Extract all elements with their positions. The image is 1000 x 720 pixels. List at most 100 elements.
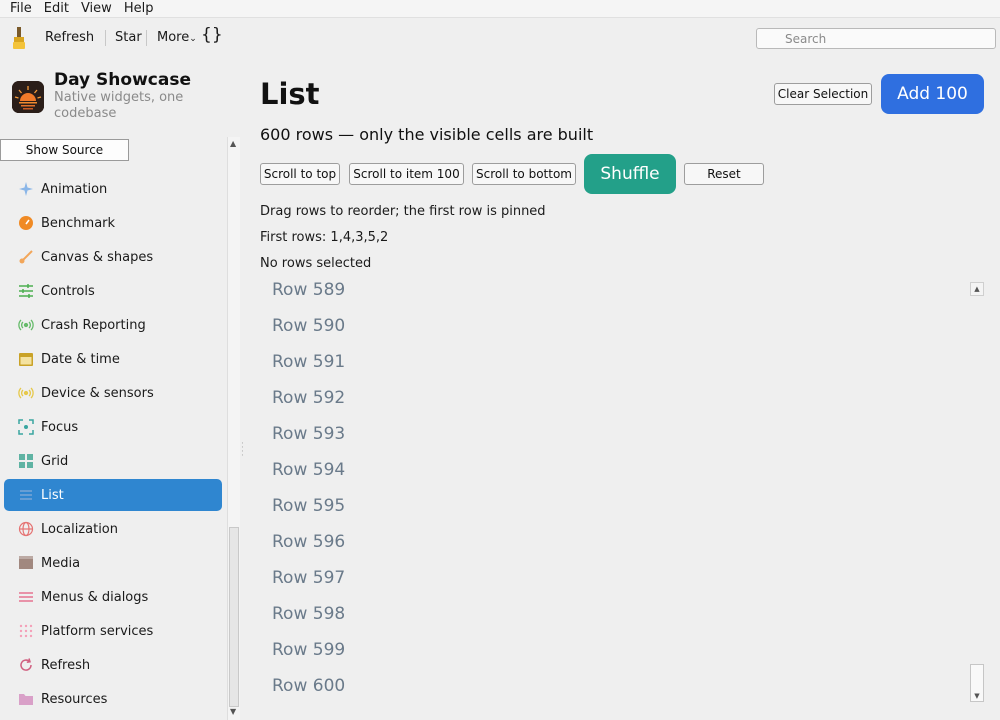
calendar-icon bbox=[18, 351, 34, 367]
toolbar-divider bbox=[105, 30, 106, 46]
list-row[interactable]: Row 594 bbox=[272, 460, 345, 480]
scroll-to-item-100-button[interactable]: Scroll to item 100 bbox=[349, 163, 464, 185]
scroll-to-top-button[interactable]: Scroll to top bbox=[260, 163, 340, 185]
list-scrollbar[interactable]: ▲ ▼ bbox=[970, 282, 984, 707]
sidebar-item-label: Grid bbox=[41, 453, 69, 469]
sidebar-item-grid[interactable]: Grid bbox=[4, 445, 222, 477]
list-subtitle: 600 rows — only the visible cells are bu… bbox=[260, 125, 594, 144]
toolbar: Refresh Star More⌄ {} bbox=[0, 19, 1000, 57]
sidebar-item-label: Device & sensors bbox=[41, 385, 154, 401]
clear-selection-button[interactable]: Clear Selection bbox=[774, 83, 872, 105]
reorder-hint: Drag rows to reorder; the first row is p… bbox=[260, 204, 546, 219]
page-title: List bbox=[260, 77, 320, 111]
refresh-button[interactable]: Refresh bbox=[45, 30, 94, 46]
sidebar-item-label: Focus bbox=[41, 419, 79, 435]
app-logo bbox=[12, 81, 44, 113]
list-row[interactable]: Row 600 bbox=[272, 676, 345, 696]
focus-icon bbox=[18, 419, 34, 435]
sidebar-item-label: Localization bbox=[41, 521, 118, 537]
search-input[interactable] bbox=[756, 28, 996, 49]
sidebar-item-localization[interactable]: Localization bbox=[4, 513, 222, 545]
list-row[interactable]: Row 597 bbox=[272, 568, 345, 588]
main-content: List Clear Selection Add 100 600 rows — … bbox=[260, 57, 1000, 720]
more-label: More bbox=[157, 30, 190, 45]
sidebar-item-device-sensors[interactable]: Device & sensors bbox=[4, 377, 222, 409]
sidebar-item-media[interactable]: Media bbox=[4, 547, 222, 579]
chevron-down-icon: ⌄ bbox=[189, 34, 197, 44]
sunrise-logo-icon bbox=[12, 81, 44, 113]
list-row[interactable]: Row 589 bbox=[272, 280, 345, 300]
menu-edit[interactable]: Edit bbox=[38, 0, 75, 18]
sidebar-item-label: Platform services bbox=[41, 623, 154, 639]
show-source-button[interactable]: Show Source bbox=[0, 139, 129, 161]
sidebar-item-list[interactable]: List bbox=[4, 479, 222, 511]
list-row[interactable]: Row 593 bbox=[272, 424, 345, 444]
list-row[interactable]: Row 592 bbox=[272, 388, 345, 408]
sensor-icon bbox=[18, 385, 34, 401]
add-100-button[interactable]: Add 100 bbox=[881, 74, 984, 114]
shuffle-button[interactable]: Shuffle bbox=[584, 154, 676, 194]
sparkle-icon bbox=[18, 181, 34, 197]
paintbrush-icon[interactable] bbox=[10, 26, 28, 50]
refresh-icon bbox=[18, 657, 34, 673]
sidebar-scrollbar[interactable]: ▲ ▼ bbox=[227, 137, 240, 720]
menu-file[interactable]: File bbox=[4, 0, 38, 18]
scroll-to-bottom-button[interactable]: Scroll to bottom bbox=[472, 163, 576, 185]
globe-icon bbox=[18, 521, 34, 537]
sidebar-item-resources[interactable]: Resources bbox=[4, 683, 222, 715]
sidebar-item-label: Date & time bbox=[41, 351, 120, 367]
sidebar-item-label: Menus & dialogs bbox=[41, 589, 149, 605]
sidebar-item-label: Resources bbox=[41, 691, 108, 707]
folder-icon bbox=[18, 691, 34, 707]
list-row[interactable]: Row 598 bbox=[272, 604, 345, 624]
sidebar-item-menus-dialogs[interactable]: Menus & dialogs bbox=[4, 581, 222, 613]
menu-help[interactable]: Help bbox=[118, 0, 160, 18]
scroll-up-arrow-icon[interactable]: ▲ bbox=[970, 282, 984, 296]
sidebar-item-label: List bbox=[41, 487, 64, 503]
film-icon bbox=[18, 555, 34, 571]
selection-status: No rows selected bbox=[260, 256, 372, 271]
sidebar-nav: Animation Benchmark Canvas & shapes Cont… bbox=[0, 144, 226, 720]
sidebar-item-animation[interactable]: Animation bbox=[4, 173, 222, 205]
brush-icon bbox=[18, 249, 34, 265]
sidebar-item-benchmark[interactable]: Benchmark bbox=[4, 207, 222, 239]
scroll-down-arrow-icon[interactable]: ▼ bbox=[230, 707, 236, 716]
sidebar-item-crash-reporting[interactable]: Crash Reporting bbox=[4, 309, 222, 341]
sidebar-item-platform-services[interactable]: Platform services bbox=[4, 615, 222, 647]
sidebar-item-focus[interactable]: Focus bbox=[4, 411, 222, 443]
sidebar-item-date-time[interactable]: Date & time bbox=[4, 343, 222, 375]
braces-icon[interactable]: {} bbox=[201, 27, 223, 44]
scroll-down-arrow-icon[interactable]: ▼ bbox=[970, 690, 984, 702]
sidebar-item-controls[interactable]: Controls bbox=[4, 275, 222, 307]
list-row[interactable]: Row 599 bbox=[272, 640, 345, 660]
sidebar-item-label: Crash Reporting bbox=[41, 317, 146, 333]
sidebar-item-refresh[interactable]: Refresh bbox=[4, 649, 222, 681]
list-row[interactable]: Row 596 bbox=[272, 532, 345, 552]
list-row[interactable]: Row 595 bbox=[272, 496, 345, 516]
menu-view[interactable]: View bbox=[75, 0, 118, 18]
toolbar-divider bbox=[146, 30, 147, 46]
list-row[interactable]: Row 591 bbox=[272, 352, 345, 372]
virtual-list[interactable]: Row 589 Row 590 Row 591 Row 592 Row 593 … bbox=[260, 272, 990, 720]
star-button[interactable]: Star bbox=[115, 30, 142, 46]
list-row[interactable]: Row 590 bbox=[272, 316, 345, 336]
more-menu-button[interactable]: More⌄ bbox=[157, 30, 197, 47]
sidebar-item-label: Canvas & shapes bbox=[41, 249, 154, 265]
scroll-up-arrow-icon[interactable]: ▲ bbox=[230, 139, 236, 148]
sidebar-scrollbar-thumb[interactable] bbox=[229, 527, 239, 707]
sidebar-item-label: Refresh bbox=[41, 657, 91, 673]
sidebar-item-canvas[interactable]: Canvas & shapes bbox=[4, 241, 222, 273]
menu-bar: File Edit View Help bbox=[0, 0, 1000, 18]
broadcast-icon bbox=[18, 317, 34, 333]
sidebar-item-label: Media bbox=[41, 555, 81, 571]
splitter-handle[interactable]: · · · · bbox=[241, 440, 244, 461]
sidebar-item-label: Benchmark bbox=[41, 215, 116, 231]
sidebar: Day Showcase Native widgets, one codebas… bbox=[0, 57, 244, 720]
reset-button[interactable]: Reset bbox=[684, 163, 764, 185]
app-subtitle: Native widgets, one codebase bbox=[54, 90, 184, 121]
app-title: Day Showcase bbox=[54, 70, 191, 90]
menu-icon bbox=[18, 589, 34, 605]
sidebar-item-label: Animation bbox=[41, 181, 108, 197]
dots-grid-icon bbox=[18, 623, 34, 639]
sidebar-item-label: Controls bbox=[41, 283, 95, 299]
